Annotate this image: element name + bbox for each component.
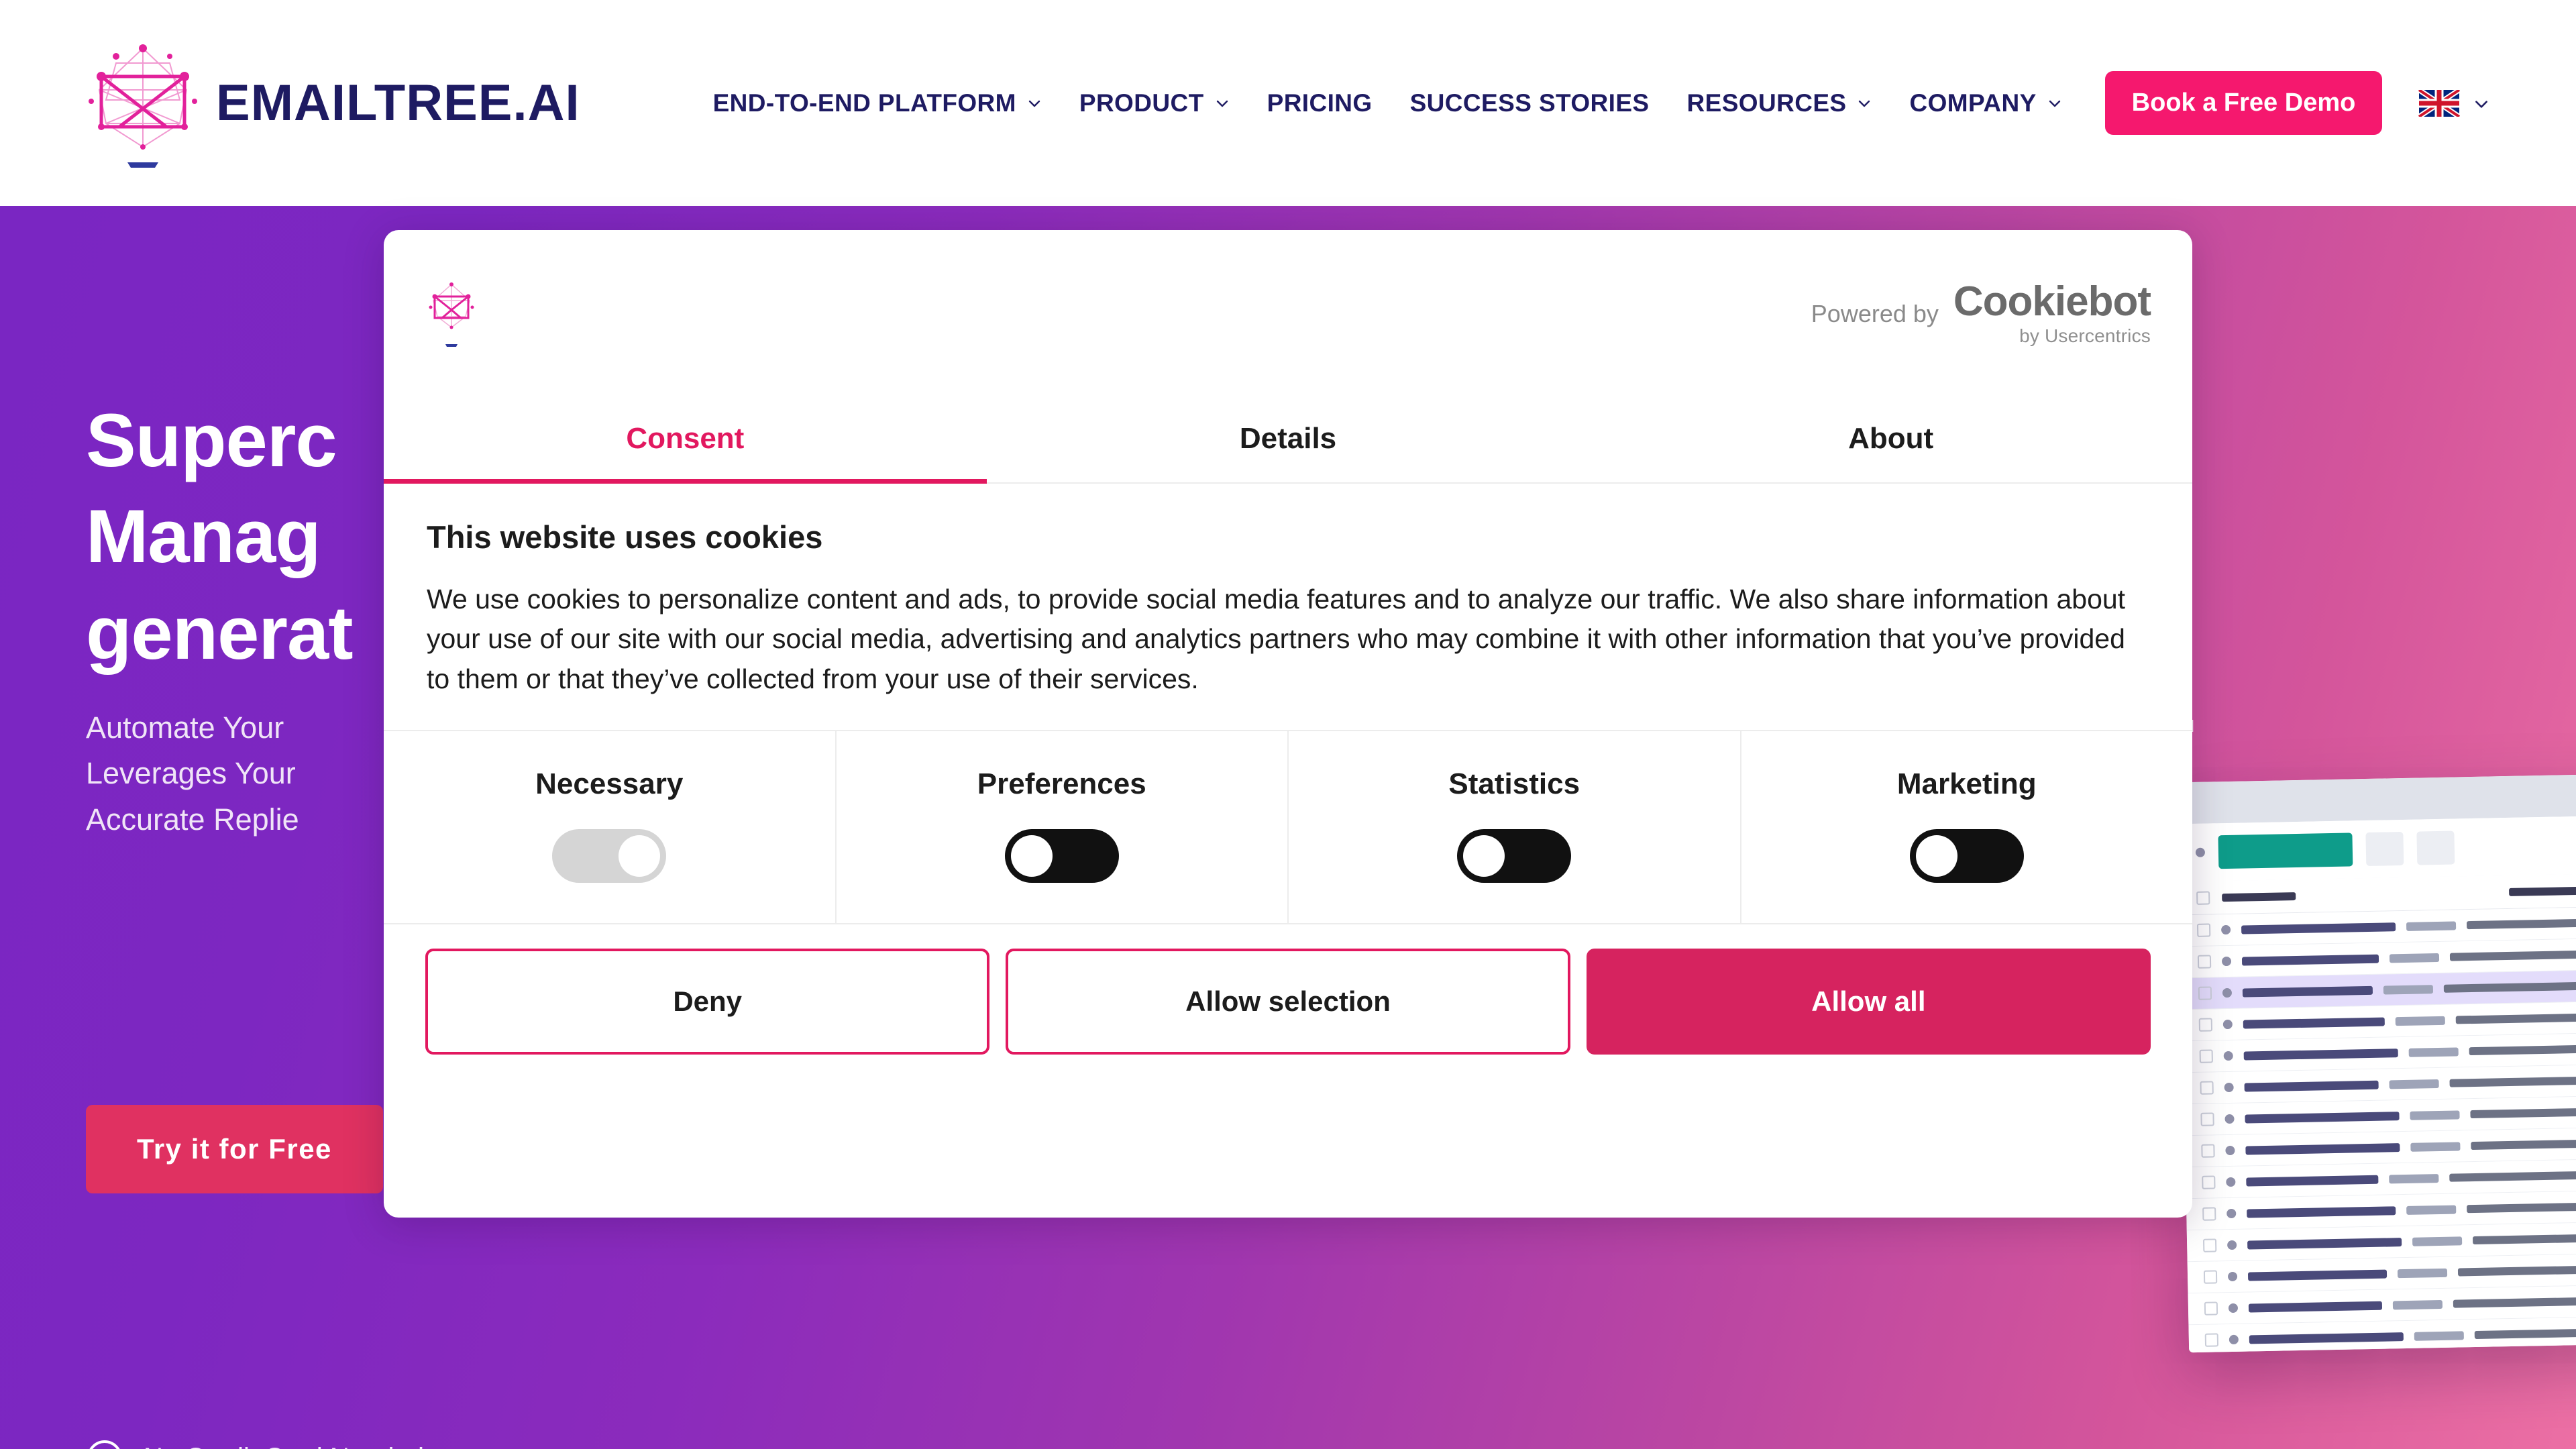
emailtree-logo-icon xyxy=(79,36,207,170)
brand-name: EMAILTREE.AI xyxy=(216,74,580,131)
cookie-categories: Necessary Preferences Statistics Marketi… xyxy=(384,730,2193,925)
chevron-down-icon xyxy=(1027,96,1042,111)
cookiebot-name: Cookiebot xyxy=(1953,278,2151,325)
nav-label: COMPANY xyxy=(1909,89,2037,117)
category-label: Preferences xyxy=(977,767,1146,801)
mockup-toolbar-button xyxy=(2416,830,2455,865)
uk-flag-icon xyxy=(2418,87,2461,119)
cookie-dialog-title: This website uses cookies xyxy=(427,519,823,555)
powered-by-cookiebot: Powered by Cookiebot by Usercentrics xyxy=(1811,281,2151,347)
deny-button[interactable]: Deny xyxy=(425,949,990,1055)
nav-label: END-TO-END PLATFORM xyxy=(712,89,1016,117)
nav-label: SUCCESS STORIES xyxy=(1409,89,1650,117)
cookie-dialog-body: This website uses cookies We use cookies… xyxy=(384,484,2192,730)
no-credit-card-note: No Credit Card Needed xyxy=(86,1439,424,1449)
toggle-marketing[interactable] xyxy=(1909,829,2024,883)
chevron-down-icon xyxy=(1215,96,1230,111)
check-circle-icon xyxy=(86,1439,123,1449)
nav-item-company[interactable]: COMPANY xyxy=(1890,89,2080,117)
cookie-dialog-description: We use cookies to personalize content an… xyxy=(427,584,2126,694)
cookie-dialog-actions: Deny Allow selection Allow all xyxy=(384,924,2192,1087)
nav-item-end-to-end-platform[interactable]: END-TO-END PLATFORM xyxy=(694,89,1061,117)
allow-all-button[interactable]: Allow all xyxy=(1586,949,2151,1055)
cookie-dialog-header: Powered by Cookiebot by Usercentrics xyxy=(384,230,2192,398)
chevron-down-icon xyxy=(1857,96,1872,111)
no-credit-card-label: No Credit Card Needed xyxy=(144,1443,424,1449)
hero-ai-label: AI xyxy=(2177,716,2561,737)
tab-about[interactable]: About xyxy=(1589,398,2192,482)
category-label: Necessary xyxy=(535,767,684,801)
nav-label: RESOURCES xyxy=(1686,89,1847,117)
tab-consent[interactable]: Consent xyxy=(384,398,987,484)
cookiebot-logo: Cookiebot by Usercentrics xyxy=(1953,281,2151,347)
mockup-browser-chrome xyxy=(2178,772,2576,824)
mockup-column-subject xyxy=(2509,885,2576,896)
nav-item-pricing[interactable]: PRICING xyxy=(1248,89,1391,117)
book-a-free-demo-button[interactable]: Book a Free Demo xyxy=(2104,71,2383,135)
nav-item-success-stories[interactable]: SUCCESS STORIES xyxy=(1391,89,1668,117)
mockup-toolbar xyxy=(2179,814,2576,882)
brand-logo-link[interactable]: EMAILTREE.AI xyxy=(79,36,580,170)
language-selector[interactable] xyxy=(2418,87,2488,119)
allow-selection-button[interactable]: Allow selection xyxy=(1006,949,1570,1055)
toggle-preferences[interactable] xyxy=(1004,829,1119,883)
cookie-dialog-tabs: Consent Details About xyxy=(384,398,2192,484)
toggle-necessary xyxy=(552,829,667,883)
try-it-for-free-button[interactable]: Try it for Free xyxy=(86,1105,383,1193)
chevron-down-icon xyxy=(2047,96,2062,111)
category-marketing: Marketing xyxy=(1741,731,2193,923)
category-necessary: Necessary xyxy=(384,731,837,924)
category-label: Marketing xyxy=(1896,767,2037,801)
mockup-toolbar-button xyxy=(2365,831,2404,867)
tab-details[interactable]: Details xyxy=(987,398,1590,482)
category-label: Statistics xyxy=(1448,767,1580,801)
main-navigation: END-TO-END PLATFORM PRODUCT PRICING SUCC… xyxy=(694,71,2489,135)
cookie-consent-dialog: Powered by Cookiebot by Usercentrics Con… xyxy=(384,230,2192,1218)
mockup-refresh-icon xyxy=(2195,847,2206,857)
cookiebot-sub: by Usercentrics xyxy=(2019,325,2151,346)
toggle-statistics[interactable] xyxy=(1457,829,1572,883)
category-statistics: Statistics xyxy=(1289,731,1741,924)
chevron-down-icon xyxy=(2473,96,2488,111)
product-screenshot-mockup xyxy=(2178,772,2576,1353)
nav-label: PRODUCT xyxy=(1079,89,1204,117)
category-preferences: Preferences xyxy=(837,731,1289,924)
top-navigation-bar: EMAILTREE.AI END-TO-END PLATFORM PRODUCT… xyxy=(0,0,2576,206)
mockup-compose-button xyxy=(2218,833,2353,869)
emailtree-tree-icon xyxy=(425,279,478,349)
nav-item-resources[interactable]: RESOURCES xyxy=(1668,89,1891,117)
nav-item-product[interactable]: PRODUCT xyxy=(1061,89,1248,117)
nav-label: PRICING xyxy=(1267,89,1373,117)
mockup-select-all-checkbox xyxy=(2196,890,2210,905)
powered-by-label: Powered by xyxy=(1811,300,1939,327)
mockup-column-from xyxy=(2222,892,2296,902)
